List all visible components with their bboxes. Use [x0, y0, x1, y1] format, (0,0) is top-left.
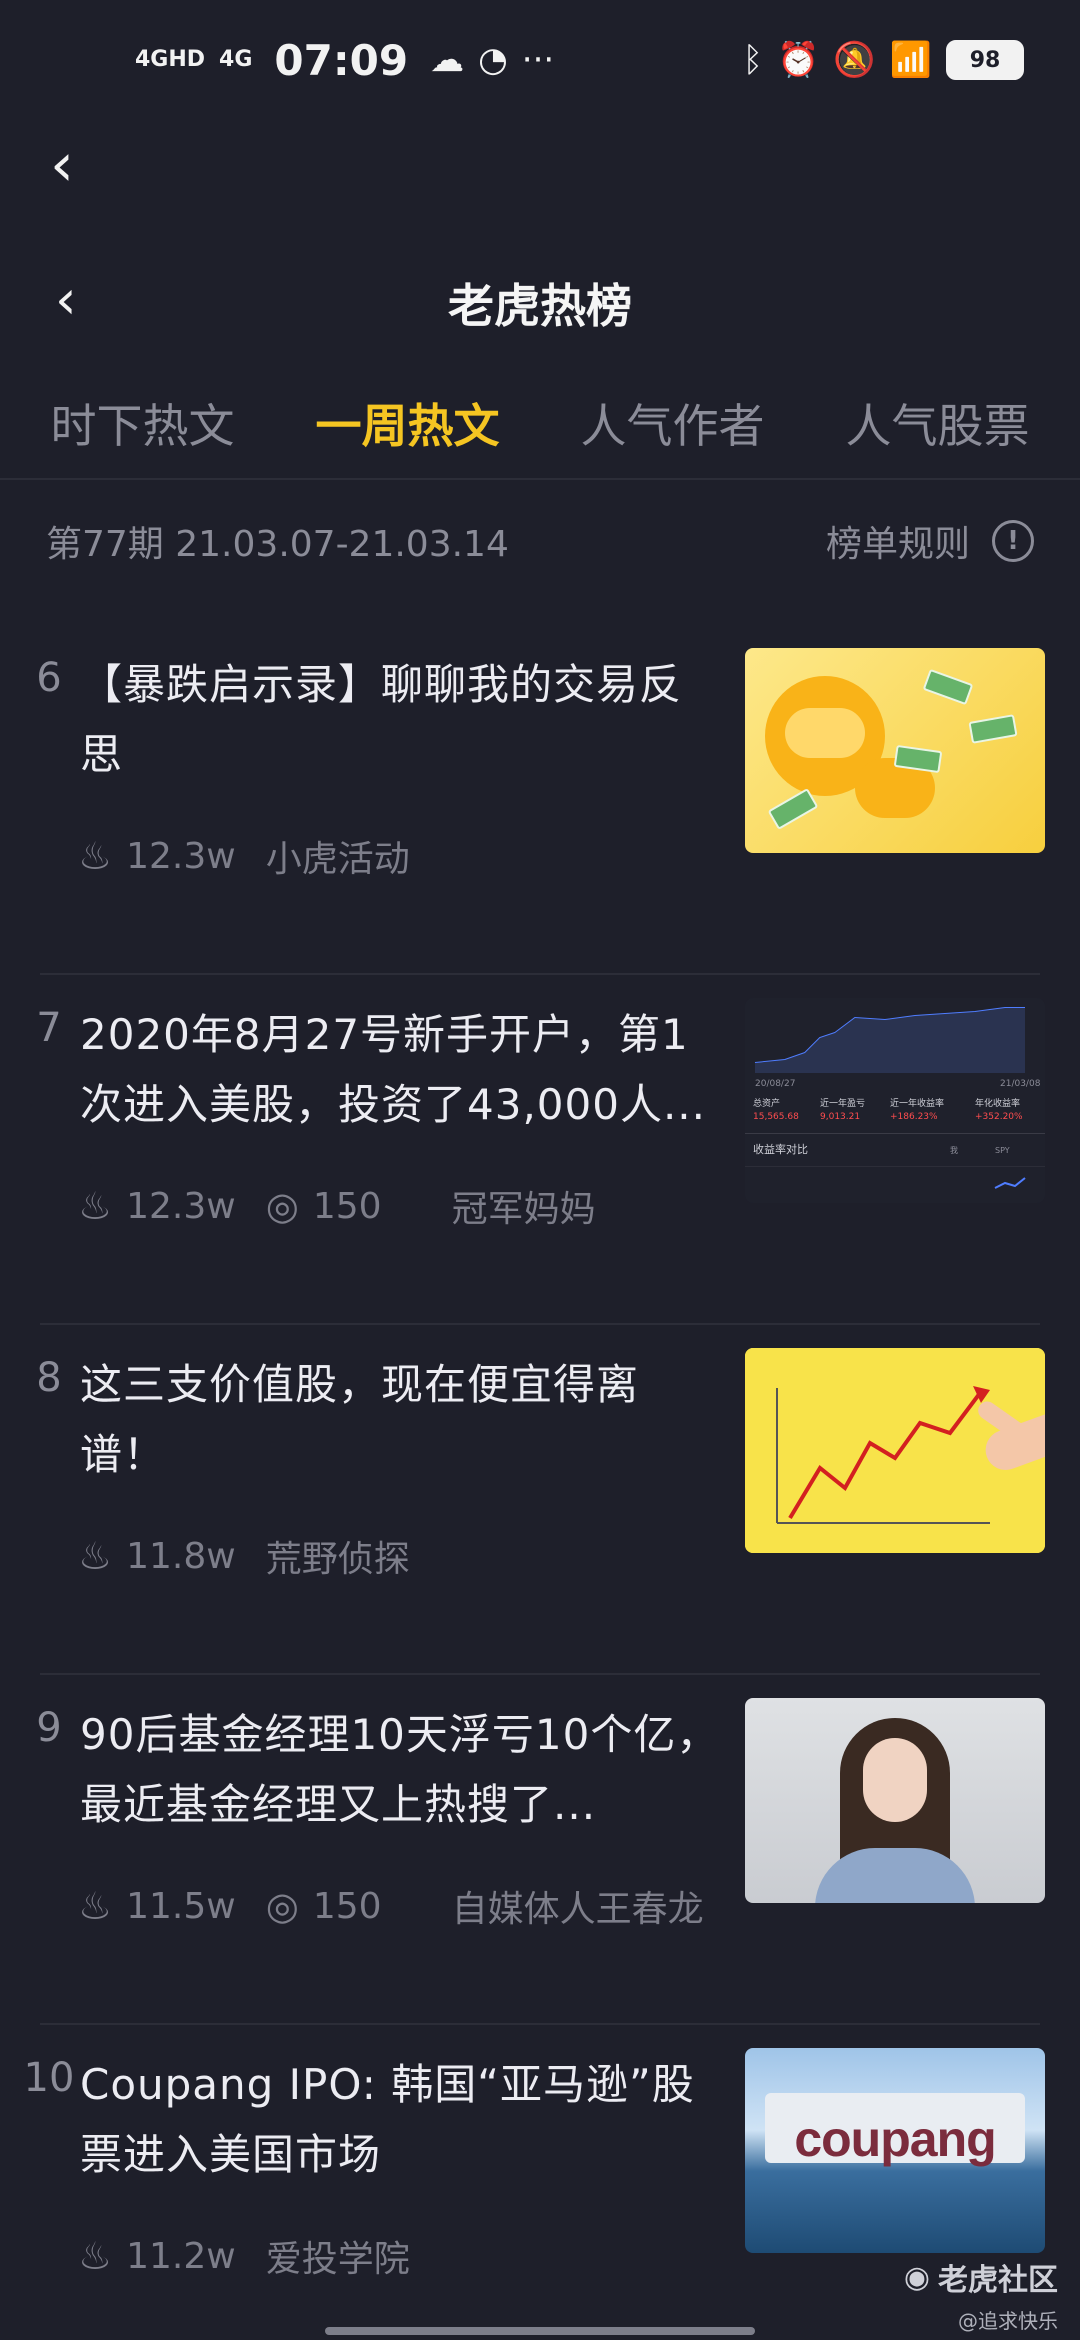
svg-text:15,565.68: 15,565.68 [753, 1112, 799, 1122]
portrait-suit [815, 1848, 975, 1903]
watermark-sub: @追求快乐 [958, 2309, 1058, 2333]
period-label: 第77期 21.03.07-21.03.14 [46, 524, 509, 565]
svg-text:我: 我 [950, 1145, 958, 1155]
signal-4ghd-icon: 4GHD [135, 47, 206, 72]
battery-icon: 98 [946, 40, 1024, 80]
page-title: 老虎热榜 [448, 279, 632, 333]
article-meta: ♨ 12.3w ◎ 150 冠军妈妈 [78, 1180, 596, 1232]
portrait-face [863, 1738, 927, 1822]
money-icon [968, 714, 1018, 744]
wechat-icon: ☁ [430, 40, 465, 80]
bluetooth-icon: ᛒ [742, 40, 763, 80]
author-name[interactable]: 荒野侦探 [266, 1530, 410, 1582]
coupang-logo: coupang [794, 2111, 996, 2167]
chart-compare-label: 收益率对比 [753, 1142, 808, 1156]
comment-icon: ◎ [265, 1184, 299, 1228]
app-notification-icon: ◔ [478, 40, 508, 80]
alarm-icon: ⏰ [776, 40, 820, 80]
author-name[interactable]: 小虎活动 [266, 830, 410, 882]
status-bar: 4GHD 4G 07:09 ☁ ◔ ··· ᛒ ⏰ 🔕 📶 98 [0, 0, 1080, 120]
more-notifications-icon: ··· [521, 40, 555, 80]
article-title: 2020年8月27号新手开户，第1次进入美股，投资了43,000人... [80, 1010, 707, 1129]
money-icon [922, 668, 974, 706]
money-icon [767, 787, 819, 831]
svg-text:+186.23%: +186.23% [890, 1112, 938, 1122]
author-name[interactable]: 自媒体人王春龙 [452, 1880, 704, 1932]
tab-weekly-hot[interactable]: 一周热文 [316, 390, 500, 474]
tab-bar: 时下热文 一周热文 人气作者 人气股票 [0, 385, 1080, 480]
article-item[interactable]: 9 90后基金经理10天浮亏10个亿，最近基金经理又上热搜了... ♨ 11.5… [36, 1675, 1045, 2025]
article-thumbnail [745, 1348, 1045, 1553]
rank-number: 9 [36, 1705, 62, 1751]
heat-icon: ♨ [78, 834, 113, 878]
article-title: 【暴跌启示录】聊聊我的交易反思 [80, 660, 683, 779]
author-name[interactable]: 冠军妈妈 [452, 1180, 596, 1232]
article-thumbnail [745, 1698, 1045, 1903]
comment-count: 150 [312, 1185, 382, 1227]
ranking-rules-button[interactable]: 榜单规则 ! [826, 515, 1034, 567]
article-item[interactable]: 7 2020年8月27号新手开户，第1次进入美股，投资了43,000人... ♨… [36, 975, 1045, 1325]
back-arrow-icon[interactable]: ‹ [50, 135, 110, 195]
info-icon: ! [992, 520, 1034, 562]
article-thumbnail: 20/08/27 21/03/08 总资产 15,565.68 近一年盈亏 9,… [745, 998, 1045, 1203]
article-title: 这三支价值股，现在便宜得离谱！ [80, 1360, 640, 1479]
svg-text:近一年盈亏: 近一年盈亏 [820, 1097, 865, 1109]
rising-chart-image [745, 1348, 1045, 1553]
home-indicator[interactable] [325, 2327, 755, 2335]
article-thumbnail [745, 648, 1045, 853]
rank-number: 10 [23, 2055, 75, 2101]
community-watermark: ◉ 老虎社区 @追求快乐 [904, 2255, 1058, 2334]
rank-number: 8 [36, 1355, 62, 1401]
chart-date-end: 21/03/08 [1000, 1079, 1041, 1089]
svg-text:+352.20%: +352.20% [975, 1112, 1023, 1122]
heat-icon: ♨ [78, 1534, 113, 1578]
heat-icon: ♨ [78, 1184, 113, 1228]
tab-popular-authors[interactable]: 人气作者 [581, 390, 765, 474]
rank-number: 6 [36, 655, 62, 701]
tiger-face [785, 708, 865, 758]
svg-text:近一年收益率: 近一年收益率 [890, 1097, 944, 1109]
ranking-rules-label: 榜单规则 [825, 524, 970, 565]
page-header: ‹ 老虎热榜 [0, 250, 1080, 350]
svg-text:年化收益率: 年化收益率 [975, 1097, 1020, 1109]
article-item[interactable]: 6 【暴跌启示录】聊聊我的交易反思 ♨ 12.3w 小虎活动 [36, 625, 1045, 975]
signal-4g-icon: 4G [219, 47, 253, 72]
heat-count: 12.3w [126, 835, 236, 877]
svg-text:SPY: SPY [995, 1146, 1010, 1155]
portfolio-chart-image: 20/08/27 21/03/08 总资产 15,565.68 近一年盈亏 9,… [745, 998, 1045, 1203]
article-meta: ♨ 11.8w 荒野侦探 [78, 1530, 410, 1582]
tiger-logo-icon: ◉ [903, 2259, 930, 2295]
article-title: 90后基金经理10天浮亏10个亿，最近基金经理又上热搜了... [80, 1710, 720, 1829]
article-list: 6 【暴跌启示录】聊聊我的交易反思 ♨ 12.3w 小虎活动 7 2020年8月… [0, 625, 1080, 2340]
svg-text:总资产: 总资产 [753, 1097, 780, 1109]
heat-count: 11.2w [126, 2235, 236, 2277]
article-meta: ♨ 12.3w 小虎活动 [78, 830, 410, 882]
chart-date-start: 20/08/27 [755, 1079, 795, 1089]
article-thumbnail: coupang [745, 2048, 1045, 2253]
svg-text:9,013.21: 9,013.21 [820, 1112, 860, 1122]
article-item[interactable]: 10 Coupang IPO: 韩国“亚马逊”股票进入美国市场 ♨ 11.2w … [24, 2025, 1045, 2340]
wifi-icon: 📶 [889, 40, 932, 80]
rank-number: 7 [36, 1005, 62, 1051]
heat-icon: ♨ [78, 1884, 113, 1928]
mute-icon: 🔕 [833, 40, 876, 80]
article-item[interactable]: 8 这三支价值股，现在便宜得离谱！ ♨ 11.8w 荒野侦探 [36, 1325, 1045, 1675]
author-name[interactable]: 爱投学院 [266, 2230, 410, 2282]
watermark-main: ◉ 老虎社区 [903, 2259, 1058, 2299]
heat-icon: ♨ [78, 2234, 113, 2278]
tab-current-hot[interactable]: 时下热文 [51, 390, 235, 474]
comment-count: 150 [312, 1885, 382, 1927]
tab-popular-stocks[interactable]: 人气股票 [846, 390, 1030, 474]
heat-count: 11.5w [126, 1885, 236, 1927]
article-meta: ♨ 11.2w 爱投学院 [78, 2230, 410, 2282]
heat-count: 11.8w [126, 1535, 236, 1577]
heat-count: 12.3w [126, 1185, 236, 1227]
article-meta: ♨ 11.5w ◎ 150 自媒体人王春龙 [78, 1880, 704, 1932]
status-right: ᛒ ⏰ 🔕 📶 98 [743, 40, 1024, 80]
article-title: Coupang IPO: 韩国“亚马逊”股票进入美国市场 [80, 2060, 695, 2179]
status-left: 4GHD 4G 07:09 ☁ ◔ ··· [135, 36, 554, 85]
comment-icon: ◎ [265, 1884, 299, 1928]
status-time: 07:09 [274, 35, 409, 85]
